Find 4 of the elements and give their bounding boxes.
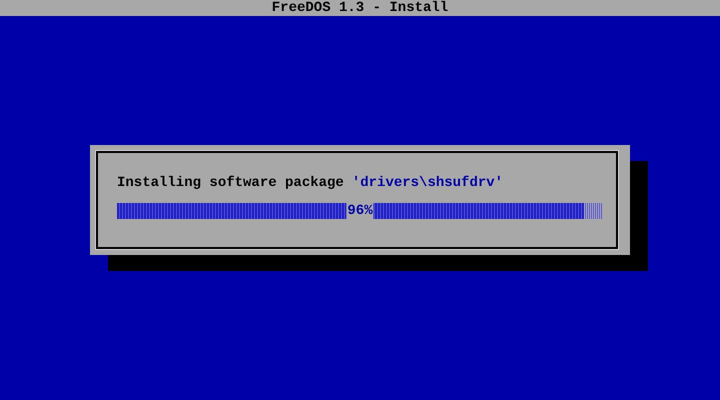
window-title: FreeDOS 1.3 - Install	[272, 0, 448, 16]
package-name: 'drivers\shsufdrv'	[352, 175, 504, 191]
status-message: Installing software package	[117, 175, 344, 191]
progress-percent: 96%	[346, 203, 374, 219]
